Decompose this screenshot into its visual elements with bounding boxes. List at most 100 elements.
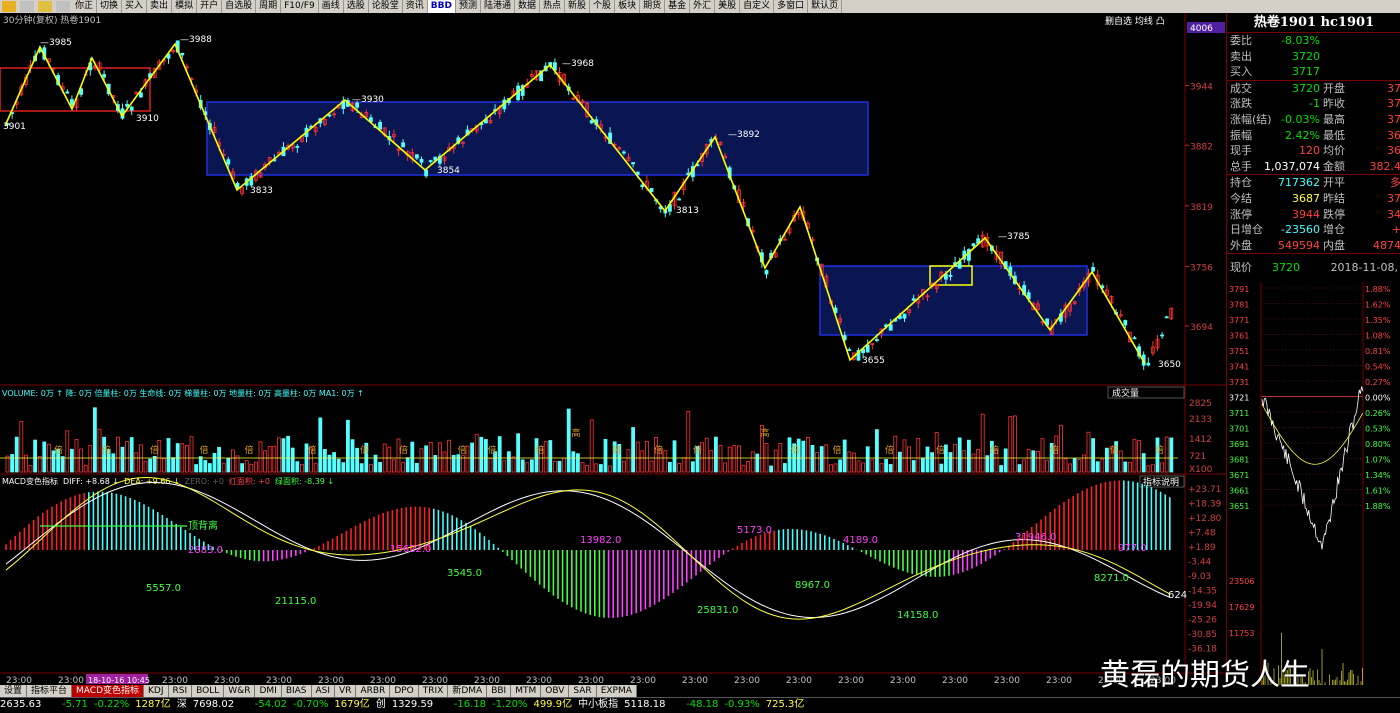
volume-button-label[interactable]: 成交量	[1112, 387, 1139, 399]
volume-bar	[635, 441, 640, 473]
toolbar-item-27[interactable]: 外汇	[690, 0, 716, 13]
tab-14[interactable]: 新DMA	[448, 685, 488, 697]
volume-bar	[585, 464, 589, 473]
toolbar-item-29[interactable]: 自定义	[740, 0, 775, 13]
volume-bar	[668, 461, 672, 473]
volume-bars	[5, 407, 1174, 473]
tab-13[interactable]: TRIX	[418, 685, 449, 697]
tab-19[interactable]: EXPMA	[596, 685, 637, 697]
toolbar-item-7[interactable]: 卖出	[147, 0, 173, 13]
toolbar-icon[interactable]	[38, 1, 52, 12]
volume-bar	[755, 453, 760, 473]
toolbar-item-13[interactable]: 画线	[319, 0, 344, 13]
price-tick-label: 3694	[1190, 323, 1213, 333]
toolbar-item-17[interactable]: BBD	[427, 0, 456, 13]
tab-4[interactable]: RSI	[168, 685, 193, 697]
tab-1[interactable]: 指标平台	[27, 685, 73, 697]
volume-bar	[525, 462, 530, 473]
volume-tag: 倍	[612, 444, 621, 456]
mini-pct-label: 1.61%	[1365, 487, 1391, 496]
toolbar-item-16[interactable]: 资讯	[403, 0, 428, 13]
instrument-title: 热卷1901 hc1901	[1227, 13, 1400, 33]
pivot-label: 3910	[136, 114, 159, 124]
quote-row: 今结 3687 昨结 37	[1227, 191, 1400, 207]
candle-body	[102, 74, 106, 78]
toolbar-item-4[interactable]: 你正	[72, 0, 98, 13]
toolbar-item-18[interactable]: 预测	[456, 0, 481, 13]
tab-11[interactable]: ARBR	[356, 685, 391, 697]
macd-tick-label: +1.89	[1188, 543, 1216, 553]
volume-bar	[10, 454, 15, 473]
toolbar-item-11[interactable]: 周期	[256, 0, 282, 13]
volume-bar	[506, 451, 511, 473]
toolbar-item-26[interactable]: 基金	[665, 0, 691, 13]
volume-tag: 高	[572, 427, 581, 439]
toolbar: 你正 切换 买入 卖出 模拟 开户 自选股 周期 F10/F9 画线 选股 论股堂 资讯 BBD 预测 陆港通…	[0, 0, 1400, 13]
volume-bar	[571, 451, 576, 473]
toolbar-item-30[interactable]: 多窗口	[774, 0, 809, 13]
toolbar-icon[interactable]	[20, 1, 34, 12]
toolbar-item-10[interactable]: 自选股	[222, 0, 257, 13]
macd-tick-label: +7.48	[1188, 529, 1216, 539]
tab-18[interactable]: SAR	[569, 685, 597, 697]
tab-5[interactable]: BOLL	[192, 685, 225, 697]
toolbar-item-6[interactable]: 买入	[122, 0, 148, 13]
status-item: 1679亿	[334, 699, 370, 710]
main-chart[interactable]: 30分钟(复权) 热卷1901 删自选 均线 凸 4006 3944 3882 3819 3…	[0, 13, 1226, 685]
toolbar-icon[interactable]	[2, 1, 16, 12]
volume-bar	[1123, 461, 1128, 473]
tab-0[interactable]: 设置	[0, 685, 28, 697]
toolbar-item-24[interactable]: 板块	[615, 0, 641, 13]
volume-bar	[428, 441, 433, 473]
volume-bar	[1072, 458, 1077, 473]
toolbar-item-23[interactable]: 个股	[590, 0, 616, 13]
volume-button[interactable]: 成交量	[1107, 386, 1185, 399]
toolbar-item-19[interactable]: 陆港通	[481, 0, 515, 13]
macd-area-label: 977.0	[1118, 543, 1147, 554]
volume-bar	[272, 445, 277, 473]
quote-label: 外盘	[1230, 238, 1252, 252]
toolbar-item-12[interactable]: F10/F9	[281, 0, 319, 13]
tab-2[interactable]: MACD变色指标	[72, 685, 145, 697]
volume-bar	[773, 449, 778, 473]
tab-12[interactable]: DPO	[390, 685, 419, 697]
tab-9[interactable]: ASI	[311, 685, 336, 697]
toolbar-item-31[interactable]: 默认页	[808, 0, 843, 13]
toolbar-item-14[interactable]: 选股	[344, 0, 369, 13]
volume-tag: 倍	[1110, 444, 1119, 456]
macd-button-label[interactable]: 指标说明	[1143, 476, 1179, 488]
toolbar-item-28[interactable]: 美股	[715, 0, 741, 13]
tab-7[interactable]: DMI	[255, 685, 282, 697]
tab-17[interactable]: OBV	[541, 685, 570, 697]
candle-body	[1123, 320, 1128, 326]
candle-body	[401, 142, 406, 148]
tab-6[interactable]: W&R	[224, 685, 256, 697]
volume-bar	[663, 450, 668, 473]
toolbar-item-25[interactable]: 期货	[640, 0, 666, 13]
tab-3[interactable]: KDJ	[144, 685, 169, 697]
toolbar-item-8[interactable]: 模拟	[172, 0, 198, 13]
chart-header-right: 删自选 均线 凸	[1105, 15, 1165, 27]
tab-8[interactable]: BIAS	[281, 685, 312, 697]
tab-10[interactable]: VR	[335, 685, 357, 697]
toolbar-item-15[interactable]: 论股堂	[369, 0, 403, 13]
volume-bar	[1146, 465, 1151, 473]
volume-bar	[999, 465, 1003, 473]
mini-price-label: 3691	[1229, 440, 1249, 449]
tab-15[interactable]: BBI	[487, 685, 512, 697]
toolbar-item-5[interactable]: 切换	[97, 0, 123, 13]
volume-bar	[847, 451, 852, 473]
toolbar-item-9[interactable]: 开户	[197, 0, 223, 13]
macd-area-label: 8271.0	[1094, 573, 1129, 584]
toolbar-item-22[interactable]: 新股	[565, 0, 591, 13]
tab-16[interactable]: MTM	[511, 685, 542, 697]
toolbar-item-21[interactable]: 热点	[540, 0, 566, 13]
toolbar-icon[interactable]	[56, 1, 70, 12]
volume-bar	[783, 463, 787, 473]
intraday-mini-chart[interactable]: 3791 1.88% 3781 1.62% 3771 1.35% 3761 1.08% 3751…	[1227, 282, 1400, 695]
toolbar-item-20[interactable]: 数据	[515, 0, 541, 13]
status-item: 创	[375, 699, 386, 710]
status-item: -0.70%	[292, 699, 329, 710]
time-label: 23:00	[162, 676, 188, 685]
macd-area-label: 31946.0	[1015, 532, 1056, 543]
